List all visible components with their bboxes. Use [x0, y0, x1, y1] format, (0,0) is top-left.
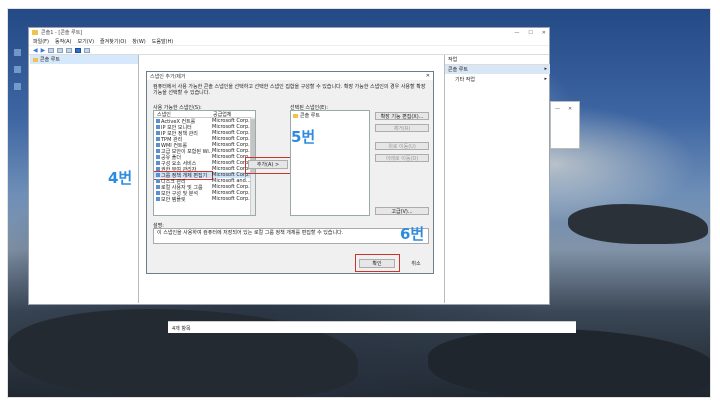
wallpaper-rock	[568, 204, 708, 244]
menu-file[interactable]: 파일(F)	[33, 38, 49, 45]
menu-view[interactable]: 보기(V)	[78, 38, 95, 45]
add-button[interactable]: 추가(A) >	[248, 160, 288, 169]
actions-pane: 작업 콘솔 루트 ▸ 기타 작업 ▸	[444, 55, 550, 303]
ok-button[interactable]: 확인	[359, 259, 395, 268]
forward-arrow-icon[interactable]: ▶	[41, 47, 46, 53]
dialog-description: 컴퓨터에서 사용 가능한 콘솔 스냅인을 선택하고 선택한 스냅인 집합을 구성…	[153, 84, 426, 96]
folder-icon	[33, 57, 38, 62]
tree-item-console-root[interactable]: 콘솔 루트	[30, 55, 138, 64]
close-icon[interactable]: ✕	[568, 106, 572, 112]
snapin-icon	[156, 143, 160, 147]
back-arrow-icon[interactable]: ◀	[33, 47, 38, 53]
remove-button[interactable]: 제거(R)	[375, 124, 429, 132]
menu-help[interactable]: 도움말(H)	[152, 38, 173, 45]
snapin-row[interactable]: 보안 템플릿 Microsoft Corp...	[154, 196, 255, 203]
available-snapins-list[interactable]: 스냅인 공급업체 ActiveX 컨트롤 Microsoft Corp... IP …	[153, 110, 256, 216]
dialog-title: 스냅인 추가/제거	[150, 73, 186, 80]
edit-extensions-button[interactable]: 확장 기능 편집(X)...	[375, 112, 429, 120]
desktop-shortcut-icon[interactable]	[14, 66, 21, 73]
action-more-label: 기타 작업	[455, 77, 475, 83]
snapin-rows: ActiveX 컨트롤 Microsoft Corp... IP 보안 모니터 Mic…	[154, 118, 255, 203]
annotation-step-4: 4번	[108, 169, 133, 187]
dialog-close-button[interactable]: ✕	[426, 73, 430, 79]
minimize-icon[interactable]: —	[555, 106, 560, 112]
screenshot-frame: — ✕ 4개 항목 콘솔1 - [콘솔 루트] — ☐ ✕ 파일(F) 동작(A…	[7, 8, 711, 398]
menu-bar: 파일(F) 동작(A) 보기(V) 즐겨찾기(O) 창(W) 도움말(H)	[29, 37, 549, 46]
description-box: 이 스냅인을 사용하여 컴퓨터에 저장되어 있는 로컬 그룹 정책 개체를 편집…	[153, 228, 429, 244]
actions-section-console-root[interactable]: 콘솔 루트 ▸	[445, 65, 550, 74]
selected-root-item[interactable]: 콘솔 루트	[291, 111, 369, 120]
menu-action[interactable]: 동작(A)	[55, 38, 72, 45]
console-tree-icon[interactable]	[48, 47, 55, 53]
window-controls: — ☐ ✕	[514, 30, 546, 36]
collapse-arrow-icon: ▸	[544, 66, 547, 72]
cancel-button[interactable]: 취소	[401, 259, 431, 268]
background-window[interactable]: — ✕	[550, 101, 580, 149]
actions-header: 작업	[445, 55, 550, 65]
column-header-vendor[interactable]: 공급업체	[213, 111, 255, 118]
add-remove-snapin-dialog[interactable]: 스냅인 추가/제거 ✕ 컴퓨터에서 사용 가능한 콘솔 스냅인을 선택하고 선택…	[146, 71, 434, 274]
background-status-bar: 4개 항목	[168, 321, 576, 333]
item-count: 4개 항목	[172, 326, 191, 332]
folder-icon	[293, 113, 298, 118]
maximize-button[interactable]: ☐	[528, 30, 532, 36]
minimize-button[interactable]: —	[514, 30, 519, 36]
column-header-snapin[interactable]: 스냅인	[154, 111, 213, 118]
snapin-icon	[156, 167, 160, 171]
export-icon[interactable]	[66, 47, 73, 53]
mmc-titlebar[interactable]: 콘솔1 - [콘솔 루트] — ☐ ✕	[29, 28, 549, 37]
tree-item-label: 콘솔 루트	[40, 57, 60, 63]
dialog-titlebar[interactable]: 스냅인 추가/제거 ✕	[147, 72, 433, 80]
desktop-shortcut-icon[interactable]	[14, 83, 21, 90]
snapin-icon	[156, 179, 160, 183]
snapin-vendor: Microsoft Corp...	[212, 196, 253, 202]
snapin-icon	[156, 191, 160, 195]
snapin-icon	[156, 155, 160, 159]
menu-favorites[interactable]: 즐겨찾기(O)	[100, 38, 126, 45]
snapin-icon	[156, 185, 160, 189]
actions-section-label: 콘솔 루트	[448, 67, 468, 73]
move-up-button[interactable]: 위로 이동(U)	[375, 142, 429, 150]
submenu-arrow-icon: ▸	[544, 76, 547, 82]
properties-icon[interactable]	[57, 47, 64, 53]
wallpaper-rock	[428, 329, 710, 397]
snapin-name-text: 보안 템플릿	[161, 196, 186, 203]
annotation-step-6: 6번	[400, 225, 425, 243]
annotation-step-5: 5번	[291, 128, 316, 146]
snapin-icon	[156, 149, 160, 153]
snapin-name: 보안 템플릿	[154, 196, 212, 203]
desktop-icons	[14, 49, 24, 100]
advanced-button[interactable]: 고급(V)...	[375, 207, 429, 215]
window-title: 콘솔1 - [콘솔 루트]	[41, 30, 83, 36]
action-more[interactable]: 기타 작업 ▸	[445, 74, 550, 84]
desktop-shortcut-icon[interactable]	[14, 49, 21, 56]
snapin-icon	[156, 131, 160, 135]
toolbar: ◀ ▶	[29, 46, 549, 55]
action-pane-icon[interactable]	[84, 47, 91, 53]
selected-root-label: 콘솔 루트	[300, 113, 320, 119]
snapin-icon	[156, 125, 160, 129]
snapin-icon	[156, 173, 160, 177]
snapin-icon	[156, 137, 160, 141]
help-icon[interactable]	[75, 47, 82, 53]
move-down-button[interactable]: 아래로 이동(D)	[375, 154, 429, 162]
mmc-app-icon	[32, 30, 38, 35]
snapin-icon	[156, 161, 160, 165]
menu-window[interactable]: 창(W)	[132, 38, 145, 45]
snapin-icon	[156, 119, 160, 123]
snapin-icon	[156, 197, 160, 201]
close-button[interactable]: ✕	[542, 30, 546, 36]
